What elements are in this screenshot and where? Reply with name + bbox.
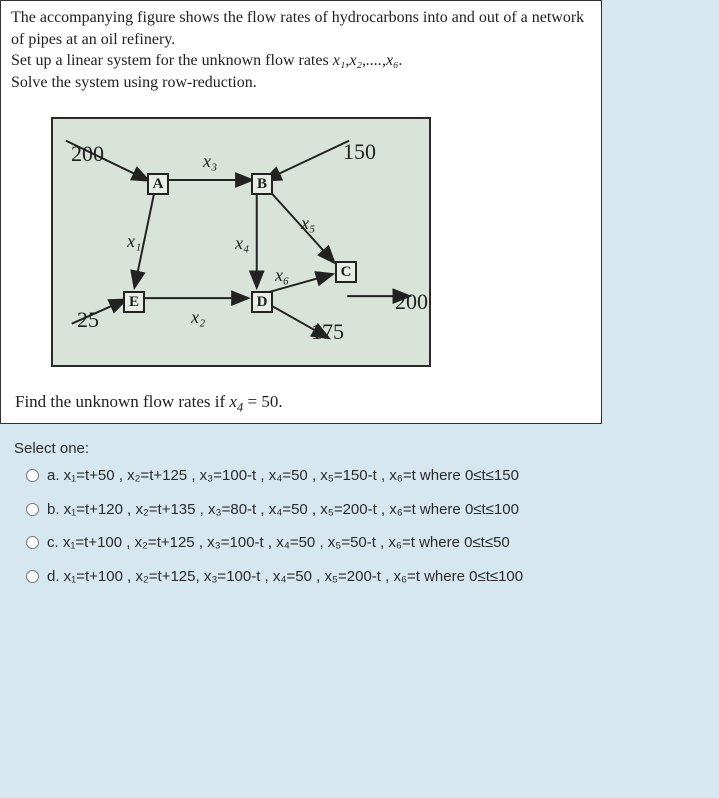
problem-line2: Set up a linear system for the unknown f… xyxy=(11,50,591,72)
option-b-radio[interactable] xyxy=(26,503,39,516)
option-a[interactable]: a. x₁=t+50 , x₂=t+125 , x₃=100-t , x₄=50… xyxy=(26,465,709,487)
edge-x2-label: x₂ xyxy=(191,305,205,329)
option-b-text: b. x₁=t+120 , x₂=t+135 , x₃=80-t , x₄=50… xyxy=(47,499,519,521)
edge-x1-label: x₁ xyxy=(127,229,141,253)
option-c[interactable]: c. x₁=t+100 , x₂=t+125 , x₃=100-t , x₄=5… xyxy=(26,532,709,554)
option-d[interactable]: d. x₁=t+100 , x₂=t+125, x₃=100-t , x₄=50… xyxy=(26,566,709,588)
option-c-radio[interactable] xyxy=(26,536,39,549)
outflow-200: 200 xyxy=(395,287,428,317)
option-c-text: c. x₁=t+100 , x₂=t+125 , x₃=100-t , x₄=5… xyxy=(47,532,510,554)
edge-x3-label: x₃ xyxy=(203,149,217,173)
figure-container: A B C D E 200 150 25 200 175 x₃ x₁ x₄ x₅… xyxy=(51,117,591,367)
edge-x4-label: x₄ xyxy=(235,231,249,255)
problem-line3: Solve the system using row-reduction. xyxy=(11,72,591,94)
inflow-200: 200 xyxy=(71,139,104,169)
pipe-network-figure: A B C D E 200 150 25 200 175 x₃ x₁ x₄ x₅… xyxy=(51,117,431,367)
inflow-150: 150 xyxy=(343,137,376,167)
problem-line2-pre: Set up a linear system for the unknown f… xyxy=(11,52,333,69)
option-d-text: d. x₁=t+100 , x₂=t+125, x₃=100-t , x₄=50… xyxy=(47,566,523,588)
node-e: E xyxy=(123,291,145,313)
answer-block: Select one: a. x₁=t+50 , x₂=t+125 , x₃=1… xyxy=(0,424,719,618)
edge-x6-label: x₆ xyxy=(275,263,289,287)
node-c: C xyxy=(335,261,357,283)
node-a: A xyxy=(147,173,169,195)
problem-line1: The accompanying figure shows the flow r… xyxy=(11,7,591,50)
node-b: B xyxy=(251,173,273,195)
problem-line2-vars: x₁,x₂,....,x₆. xyxy=(333,52,403,69)
option-a-radio[interactable] xyxy=(26,469,39,482)
option-d-radio[interactable] xyxy=(26,570,39,583)
select-one-label: Select one: xyxy=(14,440,709,457)
question-find-flow-rates: Find the unknown flow rates if x4 = 50. xyxy=(15,391,591,417)
inflow-25: 25 xyxy=(77,305,99,335)
problem-statement: The accompanying figure shows the flow r… xyxy=(0,0,602,424)
option-a-text: a. x₁=t+50 , x₂=t+125 , x₃=100-t , x₄=50… xyxy=(47,465,519,487)
option-b[interactable]: b. x₁=t+120 , x₂=t+135 , x₃=80-t , x₄=50… xyxy=(26,499,709,521)
node-d: D xyxy=(251,291,273,313)
edge-x5-label: x₅ xyxy=(301,211,315,235)
outflow-175: 175 xyxy=(311,317,344,347)
